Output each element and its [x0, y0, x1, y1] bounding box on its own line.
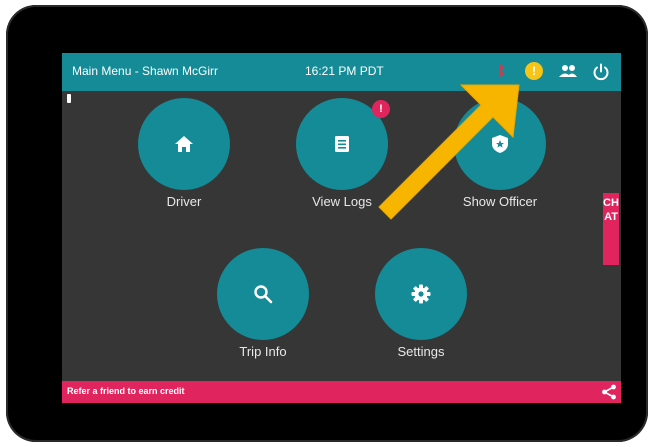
trip-info-label: Trip Info	[239, 344, 287, 359]
annotation-arrow	[378, 84, 520, 220]
home-icon	[175, 136, 193, 152]
tablet-frame: Main Menu - Shawn McGirr 16:21 PM PDT ᛒ …	[6, 5, 648, 442]
logs-icon	[335, 136, 349, 152]
page-title: Main Menu - Shawn McGirr	[72, 64, 219, 78]
gear-icon	[411, 284, 431, 304]
app-screen: Main Menu - Shawn McGirr 16:21 PM PDT ᛒ …	[62, 53, 621, 403]
search-icon	[254, 285, 273, 304]
share-icon[interactable]	[601, 384, 617, 400]
trip-info-button[interactable]	[217, 248, 309, 340]
top-bar: Main Menu - Shawn McGirr 16:21 PM PDT ᛒ …	[62, 53, 621, 91]
driver-label: Driver	[166, 194, 202, 209]
driver-tile[interactable]: Driver	[114, 98, 254, 209]
settings-label: Settings	[397, 344, 445, 359]
settings-button[interactable]	[375, 248, 467, 340]
driver-button[interactable]	[138, 98, 230, 190]
trip-info-tile[interactable]: Trip Info	[193, 248, 333, 359]
scroll-indicator	[67, 94, 71, 103]
settings-tile[interactable]: Settings	[351, 248, 491, 359]
bottom-bar: Refer a friend to earn credit	[62, 381, 621, 403]
people-icon[interactable]	[558, 64, 578, 78]
refer-friend-link[interactable]: Refer a friend to earn credit	[67, 386, 185, 396]
power-icon[interactable]	[592, 63, 610, 81]
chat-tab[interactable]: CHAT	[603, 193, 619, 265]
